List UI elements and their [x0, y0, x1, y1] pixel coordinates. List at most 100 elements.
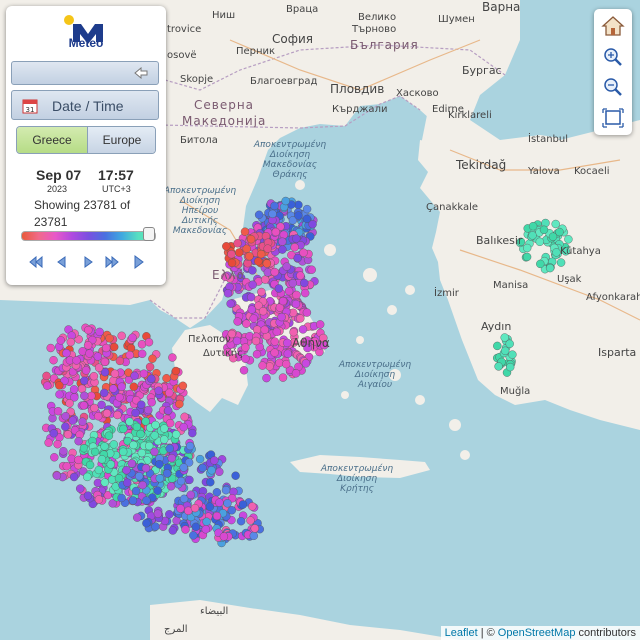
home-icon[interactable]: [598, 12, 628, 40]
strike-marker: [154, 386, 163, 395]
strike-marker: [136, 429, 145, 439]
strike-marker: [284, 287, 294, 296]
strike-marker: [162, 374, 171, 383]
region-label: Αποκεντρωμένη Διοίκηση Μακεδονίας Θράκης: [253, 140, 327, 180]
strike-marker: [77, 384, 87, 393]
rewind-icon[interactable]: [27, 253, 45, 271]
strike-marker: [101, 343, 111, 353]
strike-marker: [123, 478, 132, 487]
strike-marker: [265, 362, 274, 371]
strike-marker: [189, 531, 198, 540]
step-back-icon[interactable]: [53, 253, 71, 271]
strike-marker: [207, 466, 216, 475]
strike-marker: [178, 381, 188, 390]
shown-count: 23781: [83, 198, 117, 212]
region-label: Δυτικής: [203, 348, 244, 359]
strike-marker: [49, 356, 58, 365]
strike-marker: [212, 488, 222, 497]
osm-link[interactable]: OpenStreetMap: [498, 627, 576, 639]
strike-marker: [50, 453, 59, 462]
strike-marker: [522, 252, 532, 262]
strike-marker: [90, 447, 100, 457]
strike-marker: [528, 221, 538, 231]
strike-marker: [138, 480, 147, 490]
arrow-left-icon[interactable]: [134, 67, 148, 79]
strike-marker: [227, 506, 237, 515]
strike-marker: [551, 219, 560, 229]
strike-marker: [260, 325, 269, 334]
strike-marker: [102, 409, 112, 418]
datetime-button[interactable]: 31 Date / Time: [11, 90, 159, 120]
strike-marker: [294, 211, 303, 220]
strike-marker: [238, 500, 248, 509]
strike-marker: [119, 424, 128, 434]
strike-marker: [508, 350, 517, 359]
strike-marker: [53, 440, 62, 449]
strike-marker: [69, 472, 79, 482]
strike-marker: [117, 382, 126, 391]
strike-marker: [49, 429, 58, 438]
collapse-bar[interactable]: [11, 61, 159, 85]
strike-marker: [142, 496, 151, 505]
strike-marker: [130, 371, 139, 380]
strike-marker: [231, 471, 240, 480]
strike-marker: [535, 237, 544, 247]
region-label: Αποκεντρωμένη Διοίκηση Αιγαίου: [338, 360, 412, 390]
strike-marker: [43, 381, 52, 390]
step-forward-icon[interactable]: [79, 253, 97, 271]
city-label: Ниш: [212, 10, 236, 21]
city-label: София: [272, 32, 313, 46]
strike-marker: [253, 325, 262, 334]
play-icon[interactable]: [129, 253, 147, 271]
strike-marker: [100, 478, 110, 487]
strike-marker: [307, 265, 316, 274]
city-label: Aydın: [481, 320, 512, 333]
region-label: Αποκεντρωμένη Διοίκηση Ηπείρου Δυτικής Μακεδ…: [163, 186, 237, 236]
strike-marker: [176, 504, 185, 513]
city-label: Muğla: [500, 386, 531, 397]
strike-marker: [75, 484, 85, 493]
strike-marker: [159, 435, 169, 444]
strike-marker: [536, 259, 545, 269]
strike-marker: [249, 531, 259, 540]
strike-marker: [233, 317, 242, 326]
tab-europe[interactable]: Europe: [87, 127, 155, 153]
strike-marker: [221, 486, 231, 495]
tab-greece[interactable]: Greece: [17, 127, 87, 153]
strike-marker: [248, 502, 257, 511]
strike-marker: [283, 338, 292, 348]
leaflet-link[interactable]: Leaflet: [445, 627, 478, 639]
strike-marker: [68, 416, 77, 425]
strike-marker: [180, 412, 189, 421]
fast-forward-icon[interactable]: [103, 253, 121, 271]
strike-marker: [291, 369, 301, 378]
strike-marker: [245, 252, 254, 261]
city-label: Битола: [180, 135, 218, 146]
strike-marker: [144, 338, 154, 347]
strike-marker: [501, 346, 510, 355]
strike-marker: [281, 196, 290, 206]
showing-count: Showing 23781 of 23781: [34, 198, 131, 229]
strike-marker: [62, 462, 72, 471]
strike-marker: [85, 349, 94, 358]
zoom-in-icon[interactable]: [598, 43, 628, 71]
strike-marker: [186, 490, 196, 499]
strike-marker: [564, 235, 573, 244]
strike-marker: [302, 214, 312, 224]
fullscreen-icon[interactable]: [598, 104, 628, 132]
city-label: Пловдив: [330, 82, 385, 96]
strike-marker: [242, 244, 251, 254]
city-label: Isparta: [598, 346, 637, 359]
country-label: Македонија: [182, 114, 267, 128]
time-slider[interactable]: [21, 231, 156, 241]
zoom-out-icon[interactable]: [598, 73, 628, 101]
strike-marker: [198, 463, 207, 473]
strike-marker: [506, 362, 515, 372]
strike-marker: [117, 331, 126, 340]
strike-marker: [94, 363, 104, 372]
strike-marker: [223, 289, 233, 298]
time-slider-handle[interactable]: [143, 227, 155, 241]
strike-marker: [541, 218, 550, 228]
strike-marker: [301, 359, 311, 368]
strike-marker: [150, 431, 159, 440]
